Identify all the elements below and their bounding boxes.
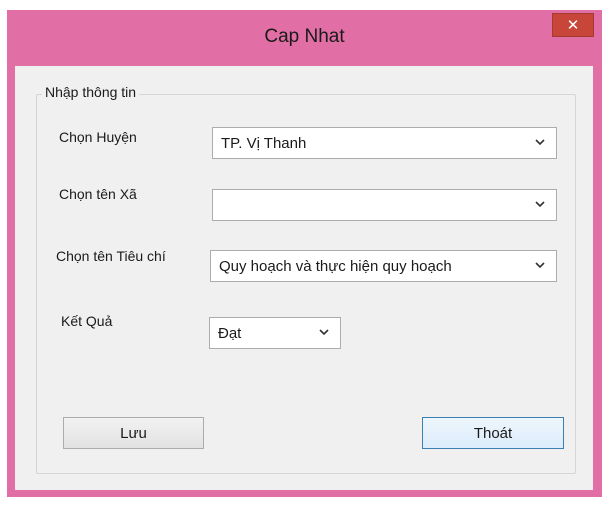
xa-label: Chọn tên Xã [59,186,137,202]
ketqua-selected-value: Đạt [218,325,242,342]
huyen-label: Chọn Huyện [59,129,137,145]
title-bar[interactable]: Cap Nhat ✕ [7,10,602,66]
huyen-selected-value: TP. Vị Thanh [221,135,307,152]
dialog-body: Nhập thông tin Chọn Huyện TP. Vị Thanh C… [15,66,593,490]
chevron-down-icon [535,201,545,208]
tieuchi-label: Chọn tên Tiêu chí [56,248,166,264]
chevron-down-icon [535,139,545,146]
ketqua-label: Kết Quả [61,313,113,329]
close-icon: ✕ [566,17,580,34]
xa-dropdown[interactable] [212,189,557,221]
exit-button[interactable]: Thoát [422,417,564,449]
chevron-down-icon [535,262,545,269]
tieuchi-dropdown[interactable]: Quy hoạch và thực hiện quy hoạch [210,250,557,282]
save-button[interactable]: Lưu [63,417,204,449]
chevron-down-icon [319,329,329,336]
close-button[interactable]: ✕ [552,13,594,37]
window-title: Cap Nhat [264,26,345,47]
groupbox-legend: Nhập thông tin [42,84,140,100]
huyen-dropdown[interactable]: TP. Vị Thanh [212,127,557,159]
tieuchi-selected-value: Quy hoạch và thực hiện quy hoạch [219,258,452,275]
ketqua-dropdown[interactable]: Đạt [209,317,341,349]
dialog-window: Cap Nhat ✕ Nhập thông tin Chọn Huyện TP.… [7,10,602,497]
